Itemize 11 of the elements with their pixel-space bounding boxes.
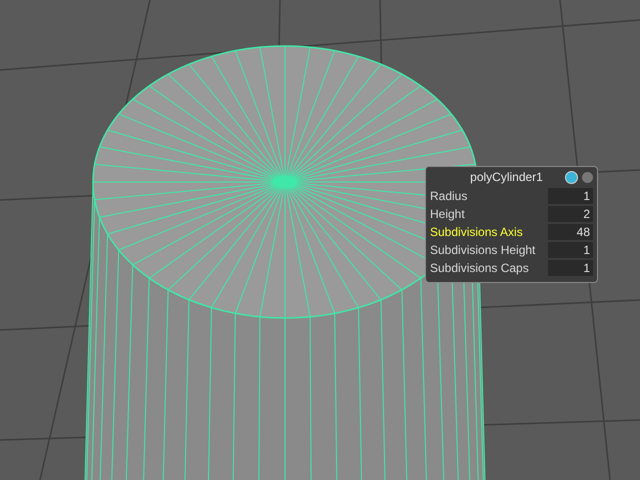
attribute-label[interactable]: Radius [428, 186, 548, 204]
value-field[interactable]: 1 [548, 188, 593, 204]
value-field[interactable]: 48 [548, 224, 593, 240]
attribute-label[interactable]: Subdivisions Caps [428, 258, 548, 276]
panel-title: polyCylinder1 [469, 169, 544, 186]
attribute-label[interactable]: Subdivisions Axis [428, 222, 548, 240]
attribute-label[interactable]: Height [428, 204, 548, 222]
value-field[interactable]: 2 [548, 206, 593, 222]
value-field[interactable]: 1 [548, 260, 593, 276]
value-field[interactable]: 1 [548, 242, 593, 258]
attribute-label[interactable]: Subdivisions Height [428, 240, 548, 258]
